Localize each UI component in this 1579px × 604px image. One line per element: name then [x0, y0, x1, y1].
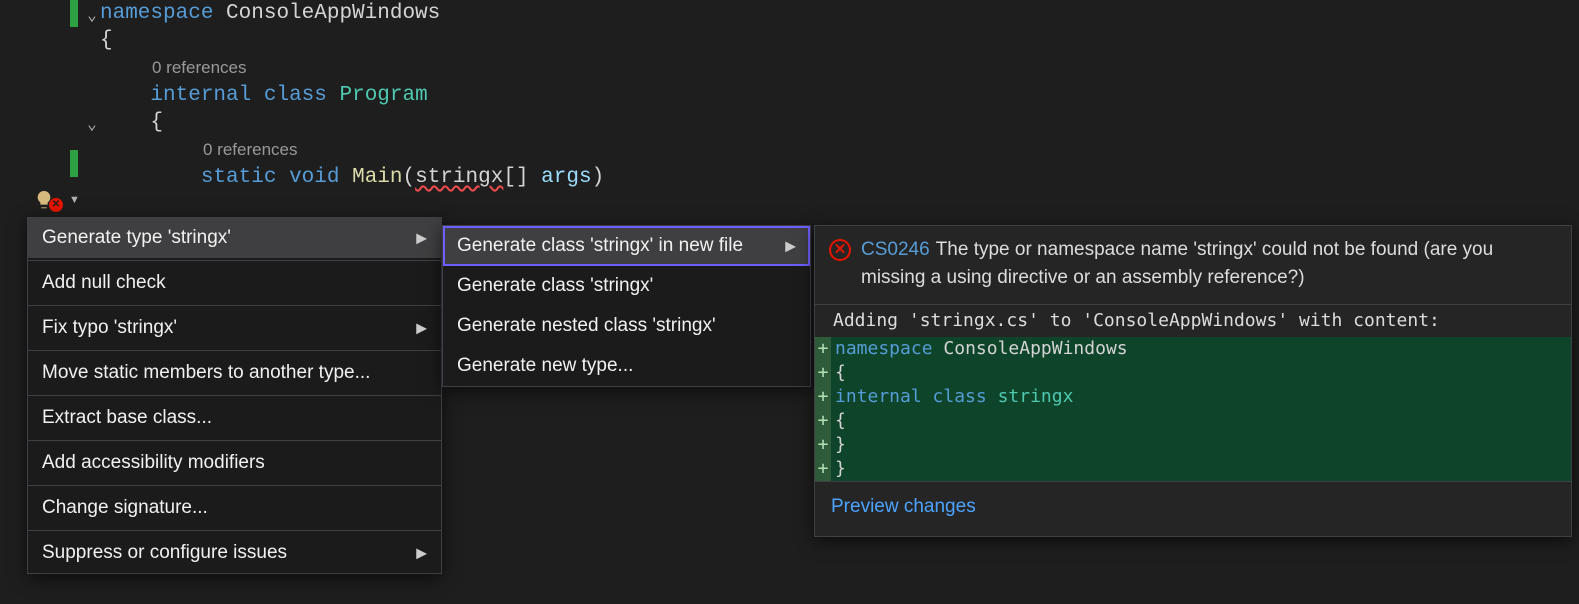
error-token[interactable]: stringx — [415, 166, 503, 189]
preview-changes-link[interactable]: Preview changes — [831, 496, 976, 517]
menu-item-suppress[interactable]: Suppress or configure issues ▶ — [28, 533, 441, 573]
menu-item-change-signature[interactable]: Change signature... — [28, 488, 441, 528]
preview-pane: ✕ CS0246The type or namespace name 'stri… — [814, 225, 1572, 537]
generate-type-submenu: Generate class 'stringx' in new file ▶ Ge… — [442, 225, 811, 387]
brace: { — [100, 29, 113, 52]
paren: ( — [403, 166, 416, 189]
menu-item-generate-nested-class[interactable]: Generate nested class 'stringx' — [443, 306, 810, 346]
menu-item-label: Add accessibility modifiers — [42, 452, 265, 473]
menu-item-label: Suppress or configure issues — [42, 542, 287, 563]
menu-item-label: Generate new type... — [457, 355, 633, 376]
menu-separator — [28, 440, 441, 441]
preview-header: ✕ CS0246The type or namespace name 'stri… — [815, 226, 1571, 305]
menu-item-generate-new-type[interactable]: Generate new type... — [443, 346, 810, 386]
menu-item-label: Generate class 'stringx' — [457, 275, 653, 296]
brace: { — [150, 111, 163, 134]
keyword: static — [201, 166, 277, 189]
submenu-arrow-icon: ▶ — [785, 238, 796, 255]
preview-footer: Preview changes — [815, 481, 1571, 536]
diff-line: + internal class stringx — [815, 385, 1571, 409]
menu-item-generate-type[interactable]: Generate type 'stringx' ▶ — [28, 218, 441, 258]
dropdown-chevron-icon: ▼ — [69, 194, 80, 206]
diff-line: + { — [815, 409, 1571, 433]
submenu-arrow-icon: ▶ — [416, 230, 427, 247]
menu-item-extract-base[interactable]: Extract base class... — [28, 398, 441, 438]
menu-separator — [28, 530, 441, 531]
diff-title: Adding 'stringx.cs' to 'ConsoleAppWindow… — [815, 305, 1571, 337]
lightbulb-button[interactable]: ✕ ▼ — [33, 188, 80, 212]
namespace-name: ConsoleAppWindows — [226, 2, 440, 25]
menu-separator — [28, 350, 441, 351]
menu-separator — [28, 485, 441, 486]
menu-item-label: Generate class 'stringx' in new file — [457, 235, 743, 256]
menu-separator — [28, 395, 441, 396]
menu-item-label: Extract base class... — [42, 407, 212, 428]
diff-line: +{ — [815, 361, 1571, 385]
submenu-arrow-icon: ▶ — [416, 320, 427, 337]
paren: ) — [592, 166, 605, 189]
codelens-references[interactable]: 0 references — [203, 140, 298, 159]
array-brackets: [] — [503, 166, 528, 189]
quick-actions-menu: Generate type 'stringx'▶ Add null check … — [27, 217, 442, 574]
method-name: Main — [352, 166, 402, 189]
keyword: internal — [150, 84, 251, 107]
menu-separator — [28, 305, 441, 306]
menu-item-label: Fix typo 'stringx' — [42, 317, 177, 338]
diff-line: +} — [815, 457, 1571, 481]
error-icon: ✕ — [829, 239, 851, 261]
diff-line: + } — [815, 433, 1571, 457]
submenu-arrow-icon: ▶ — [416, 545, 427, 562]
menu-item-label: Move static members to another type... — [42, 362, 370, 383]
menu-item-generate-class[interactable]: Generate class 'stringx' — [443, 266, 810, 306]
menu-item-add-null-check[interactable]: Add null check — [28, 263, 441, 303]
error-message: The type or namespace name 'stringx' cou… — [861, 239, 1493, 288]
menu-item-label: Add null check — [42, 272, 166, 293]
error-text: CS0246The type or namespace name 'string… — [861, 236, 1557, 292]
menu-item-label: Generate nested class 'stringx' — [457, 315, 716, 336]
keyword: namespace — [100, 2, 213, 25]
error-badge-icon: ✕ — [49, 198, 63, 212]
keyword: void — [289, 166, 339, 189]
menu-separator — [28, 260, 441, 261]
code-editor[interactable]: ⌄ ⌄ namespace ConsoleAppWindows { 0 refe… — [0, 0, 1579, 191]
codelens-references[interactable]: 0 references — [152, 58, 247, 77]
diff-line: +namespace ConsoleAppWindows — [815, 337, 1571, 361]
param-name: args — [541, 166, 591, 189]
keyword: class — [264, 84, 327, 107]
error-code: CS0246 — [861, 239, 930, 260]
menu-item-generate-class-new-file[interactable]: Generate class 'stringx' in new file ▶ — [443, 226, 810, 266]
class-name: Program — [339, 84, 427, 107]
menu-item-label: Generate type 'stringx' — [42, 227, 231, 248]
menu-item-label: Change signature... — [42, 497, 208, 518]
menu-item-fix-typo[interactable]: Fix typo 'stringx' ▶ — [28, 308, 441, 348]
diff-preview: Adding 'stringx.cs' to 'ConsoleAppWindow… — [815, 305, 1571, 481]
menu-item-move-static[interactable]: Move static members to another type... — [28, 353, 441, 393]
menu-item-accessibility[interactable]: Add accessibility modifiers — [28, 443, 441, 483]
